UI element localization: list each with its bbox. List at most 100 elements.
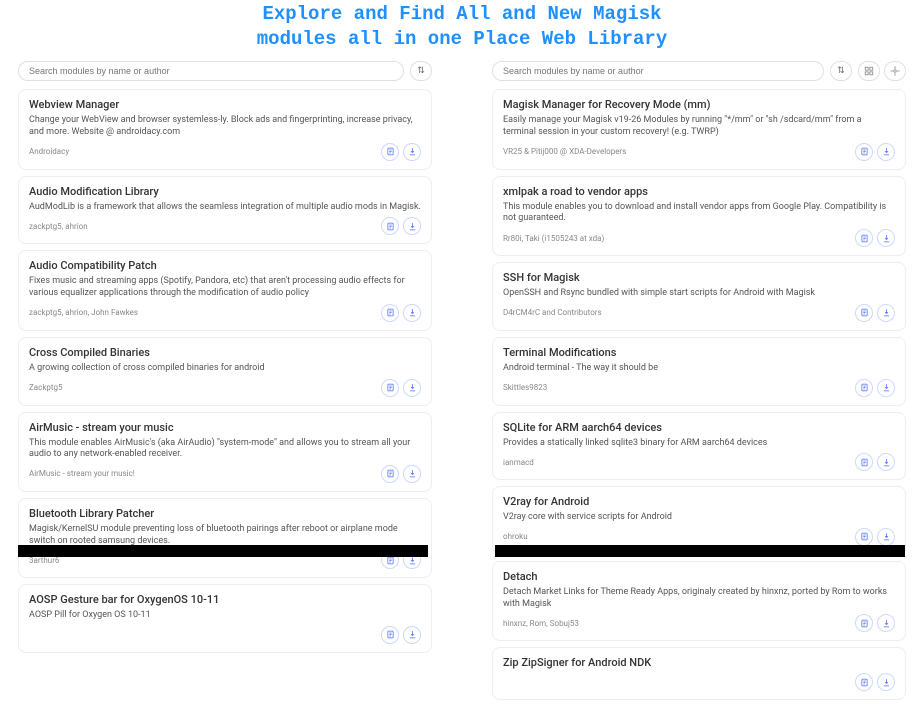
notes-button[interactable] bbox=[855, 528, 873, 546]
module-footer: Androidacy bbox=[29, 143, 421, 161]
download-icon bbox=[882, 383, 891, 392]
notes-button[interactable] bbox=[381, 143, 399, 161]
module-title: Magisk Manager for Recovery Mode (mm) bbox=[503, 98, 895, 111]
notes-button[interactable] bbox=[855, 304, 873, 322]
header-line2: modules all in one Place Web Library bbox=[0, 27, 924, 52]
module-author: AirMusic - stream your music! bbox=[29, 469, 135, 478]
module-title: V2ray for Android bbox=[503, 495, 895, 508]
module-actions bbox=[855, 379, 895, 397]
notes-button[interactable] bbox=[381, 626, 399, 644]
notes-button[interactable] bbox=[855, 614, 873, 632]
module-card[interactable]: Audio Modification LibraryAudModLib is a… bbox=[18, 176, 432, 245]
notes-button[interactable] bbox=[855, 229, 873, 247]
notes-icon bbox=[860, 308, 869, 317]
module-title: AOSP Gesture bar for OxygenOS 10-11 bbox=[29, 593, 421, 606]
notes-icon bbox=[860, 458, 869, 467]
module-card[interactable]: Bluetooth Library PatcherMagisk/KernelSU… bbox=[18, 498, 432, 578]
module-footer: Skittles9823 bbox=[503, 379, 895, 397]
module-description: Android terminal - The way it should be bbox=[503, 363, 895, 375]
filter-button[interactable]: ⇅ bbox=[830, 61, 852, 81]
download-button[interactable] bbox=[403, 304, 421, 322]
download-button[interactable] bbox=[877, 614, 895, 632]
module-card[interactable]: Zip ZipSigner for Android NDK bbox=[492, 647, 906, 700]
module-actions bbox=[855, 453, 895, 471]
module-actions bbox=[855, 143, 895, 161]
download-icon bbox=[882, 308, 891, 317]
search-input[interactable] bbox=[492, 61, 824, 81]
module-author: zackptg5, ahrion bbox=[29, 222, 88, 231]
download-button[interactable] bbox=[403, 143, 421, 161]
module-card[interactable]: xmlpak a road to vendor appsThis module … bbox=[492, 176, 906, 256]
module-actions bbox=[855, 229, 895, 247]
notes-button[interactable] bbox=[381, 379, 399, 397]
download-icon bbox=[882, 678, 891, 687]
notes-button[interactable] bbox=[855, 379, 873, 397]
notes-button[interactable] bbox=[855, 673, 873, 691]
module-title: Zip ZipSigner for Android NDK bbox=[503, 656, 895, 669]
module-actions bbox=[381, 143, 421, 161]
top-icon-1[interactable] bbox=[858, 61, 880, 81]
download-button[interactable] bbox=[877, 229, 895, 247]
module-title: AirMusic - stream your music bbox=[29, 421, 421, 434]
top-icon-2[interactable] bbox=[884, 61, 906, 81]
columns-container: ⇅ Webview Manager Change your WebView and… bbox=[0, 61, 924, 706]
module-card[interactable]: SSH for MagiskOpenSSH and Rsync bundled … bbox=[492, 262, 906, 331]
module-card[interactable]: AOSP Gesture bar for OxygenOS 10-11AOSP … bbox=[18, 584, 432, 653]
download-button[interactable] bbox=[877, 673, 895, 691]
download-button[interactable] bbox=[877, 143, 895, 161]
module-card[interactable]: SQLite for ARM aarch64 devicesProvides a… bbox=[492, 412, 906, 481]
footer-bar-right bbox=[495, 545, 905, 557]
module-author: zackptg5, ahrion, John Fawkes bbox=[29, 308, 138, 317]
download-button[interactable] bbox=[877, 379, 895, 397]
module-description: Change your WebView and browser systemle… bbox=[29, 115, 421, 138]
module-actions bbox=[381, 626, 421, 644]
notes-icon bbox=[386, 630, 395, 639]
download-button[interactable] bbox=[877, 528, 895, 546]
notes-button[interactable] bbox=[381, 465, 399, 483]
notes-button[interactable] bbox=[381, 304, 399, 322]
download-button[interactable] bbox=[403, 379, 421, 397]
module-actions bbox=[855, 304, 895, 322]
notes-icon bbox=[860, 532, 869, 541]
module-actions bbox=[381, 379, 421, 397]
module-footer: AirMusic - stream your music! bbox=[29, 465, 421, 483]
module-card[interactable]: Terminal ModificationsAndroid terminal -… bbox=[492, 337, 906, 406]
module-description: AudModLib is a framework that allows the… bbox=[29, 202, 421, 214]
notes-icon bbox=[386, 469, 395, 478]
module-card[interactable]: AirMusic - stream your musicThis module … bbox=[18, 412, 432, 492]
module-author: Rr80i, Taki (i1505243 at xda) bbox=[503, 234, 604, 243]
top-icons bbox=[858, 61, 906, 81]
notes-icon bbox=[386, 147, 395, 156]
module-footer: Rr80i, Taki (i1505243 at xda) bbox=[503, 229, 895, 247]
notes-button[interactable] bbox=[855, 143, 873, 161]
right-column: ⇅ Magisk Manager for Recovery Mode (mm)E… bbox=[492, 61, 906, 706]
notes-button[interactable] bbox=[855, 453, 873, 471]
module-card[interactable]: Magisk Manager for Recovery Mode (mm)Eas… bbox=[492, 89, 906, 169]
download-button[interactable] bbox=[403, 465, 421, 483]
download-icon bbox=[408, 556, 417, 565]
module-author: Androidacy bbox=[29, 147, 69, 156]
header-line1: Explore and Find All and New Magisk bbox=[0, 2, 924, 27]
download-button[interactable] bbox=[403, 217, 421, 235]
module-card[interactable]: Cross Compiled BinariesA growing collect… bbox=[18, 337, 432, 406]
download-button[interactable] bbox=[403, 626, 421, 644]
module-title: Bluetooth Library Patcher bbox=[29, 507, 421, 520]
module-card[interactable]: DetachDetach Market Links for Theme Read… bbox=[492, 561, 906, 641]
right-module-list: Magisk Manager for Recovery Mode (mm)Eas… bbox=[492, 89, 906, 700]
download-icon bbox=[408, 630, 417, 639]
grid-icon bbox=[864, 66, 874, 76]
notes-icon bbox=[386, 222, 395, 231]
module-description: Fixes music and streaming apps (Spotify,… bbox=[29, 276, 421, 299]
module-card[interactable]: Audio Compatibility PatchFixes music and… bbox=[18, 250, 432, 330]
filter-button[interactable]: ⇅ bbox=[410, 61, 432, 81]
notes-button[interactable] bbox=[381, 217, 399, 235]
download-button[interactable] bbox=[877, 304, 895, 322]
module-description: V2ray core with service scripts for Andr… bbox=[503, 512, 895, 524]
module-card[interactable]: Webview Manager Change your WebView and b… bbox=[18, 89, 432, 169]
search-input[interactable] bbox=[18, 61, 404, 81]
footer-bar-left bbox=[18, 545, 428, 557]
module-title: Webview Manager bbox=[29, 98, 421, 111]
download-button[interactable] bbox=[877, 453, 895, 471]
module-author: hinxnz, Rom, Sobuj53 bbox=[503, 619, 579, 628]
module-footer: ianmacd bbox=[503, 453, 895, 471]
